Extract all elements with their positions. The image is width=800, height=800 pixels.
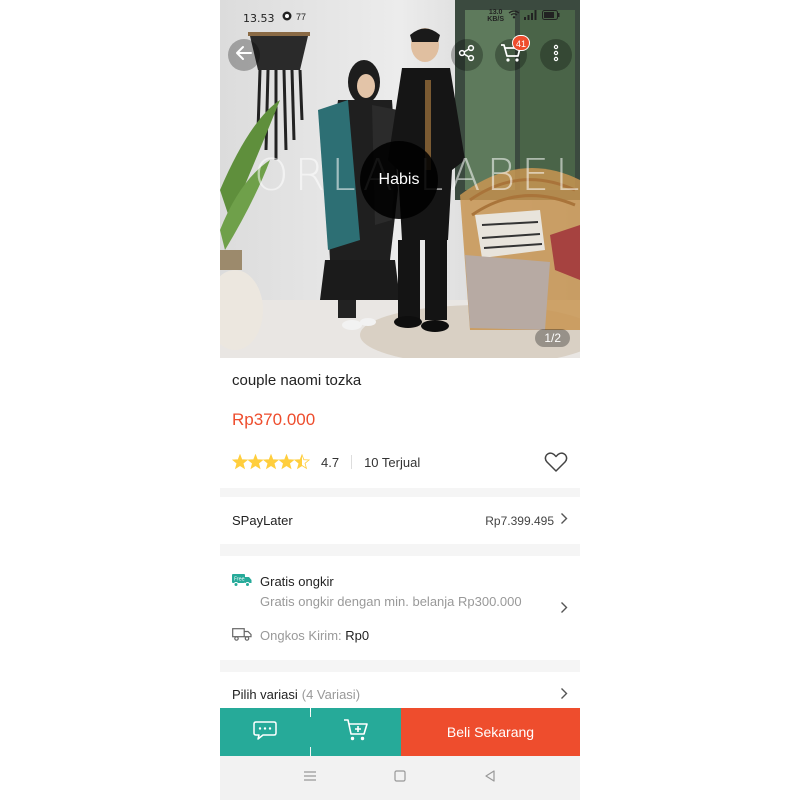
free-shipping-icon: Free xyxy=(232,573,252,592)
net-speed: 13.0 KB/S xyxy=(487,9,504,23)
cart-button[interactable]: 41 xyxy=(495,35,530,71)
star-icon xyxy=(293,454,310,470)
svg-text:Free: Free xyxy=(234,577,245,583)
back-triangle-icon xyxy=(483,769,497,788)
wifi-icon xyxy=(508,10,520,22)
signal-icon xyxy=(524,9,538,23)
back-arrow-icon xyxy=(234,43,254,68)
star-icon xyxy=(247,454,264,470)
free-shipping-subtitle: Gratis ongkir dengan min. belanja Rp300.… xyxy=(260,594,522,609)
battery-icon xyxy=(542,9,560,23)
net-speed-unit: KB/S xyxy=(487,16,504,23)
star-icon xyxy=(262,454,280,470)
product-info-card: couple naomi tozka Rp370.000 4.7 10 Terj… xyxy=(220,358,580,488)
menu-nav-button[interactable] xyxy=(300,768,320,788)
paylater-value: Rp7.399.495 xyxy=(485,513,554,528)
bottom-action-bar: Beli Sekarang xyxy=(220,708,580,756)
image-counter: 1/2 xyxy=(535,329,570,347)
star-icon xyxy=(232,454,249,470)
shipping-cost: Ongkos Kirim: Rp0 xyxy=(260,628,369,643)
back-button[interactable] xyxy=(228,39,260,71)
status-notifications: 77 xyxy=(282,11,306,23)
notification-count: 77 xyxy=(296,12,307,22)
shipping-cost-value: Rp0 xyxy=(345,628,370,643)
chat-icon xyxy=(253,720,277,745)
product-name: couple naomi tozka xyxy=(232,372,362,389)
product-image[interactable]: ORLA LABEL 13.53 77 13.0 KB/S 41 Habis 1… xyxy=(220,0,580,358)
chevron-right-icon xyxy=(560,601,568,619)
product-price: Rp370.000 xyxy=(232,410,316,429)
status-bar: 13.53 77 13.0 KB/S xyxy=(220,0,580,34)
rating-value: 4.7 xyxy=(321,454,340,470)
phone-screen: ORLA LABEL 13.53 77 13.0 KB/S 41 Habis 1… xyxy=(220,0,580,800)
variant-selector[interactable]: Pilih variasi (4 Variasi) xyxy=(220,672,580,712)
add-to-cart-icon xyxy=(343,718,369,747)
status-indicators: 13.0 KB/S xyxy=(487,9,560,23)
truck-icon xyxy=(232,627,252,646)
shipping-cost-label: Ongkos Kirim: xyxy=(260,628,342,643)
rating-stars xyxy=(232,454,310,470)
shipping-card[interactable]: Free Gratis ongkir Gratis ongkir dengan … xyxy=(220,556,580,660)
add-to-cart-button[interactable] xyxy=(311,708,401,756)
rating-row: 4.7 10 Terjual xyxy=(232,452,568,472)
chevron-right-icon xyxy=(560,512,568,530)
favorite-heart-icon[interactable] xyxy=(544,451,568,478)
paylater-label: SPayLater xyxy=(232,513,293,528)
share-button[interactable] xyxy=(451,39,483,71)
notification-icon xyxy=(282,11,292,23)
free-shipping-title: Gratis ongkir xyxy=(260,574,334,589)
chat-button[interactable] xyxy=(220,708,310,756)
chevron-right-icon xyxy=(560,687,568,705)
sold-count: 10 Terjual xyxy=(364,454,421,470)
out-of-stock-badge: Habis xyxy=(360,141,438,219)
status-time: 13.53 xyxy=(243,12,275,25)
variant-count: (4 Variasi) xyxy=(301,687,361,702)
system-nav-bar xyxy=(220,756,580,800)
buy-now-button[interactable]: Beli Sekarang xyxy=(401,708,580,756)
more-button[interactable] xyxy=(540,39,572,71)
menu-icon xyxy=(303,769,317,787)
variant-label: Pilih variasi xyxy=(232,687,298,702)
home-nav-button[interactable] xyxy=(390,768,410,788)
more-vertical-icon xyxy=(553,44,559,67)
home-square-icon xyxy=(393,769,407,788)
cart-badge: 41 xyxy=(511,35,530,51)
share-icon xyxy=(458,44,476,67)
back-nav-button[interactable] xyxy=(480,768,500,788)
divider xyxy=(351,455,353,469)
paylater-row[interactable]: SPayLater Rp7.399.495 xyxy=(220,497,580,544)
star-icon xyxy=(278,454,295,470)
net-speed-value: 13.0 xyxy=(488,9,503,16)
